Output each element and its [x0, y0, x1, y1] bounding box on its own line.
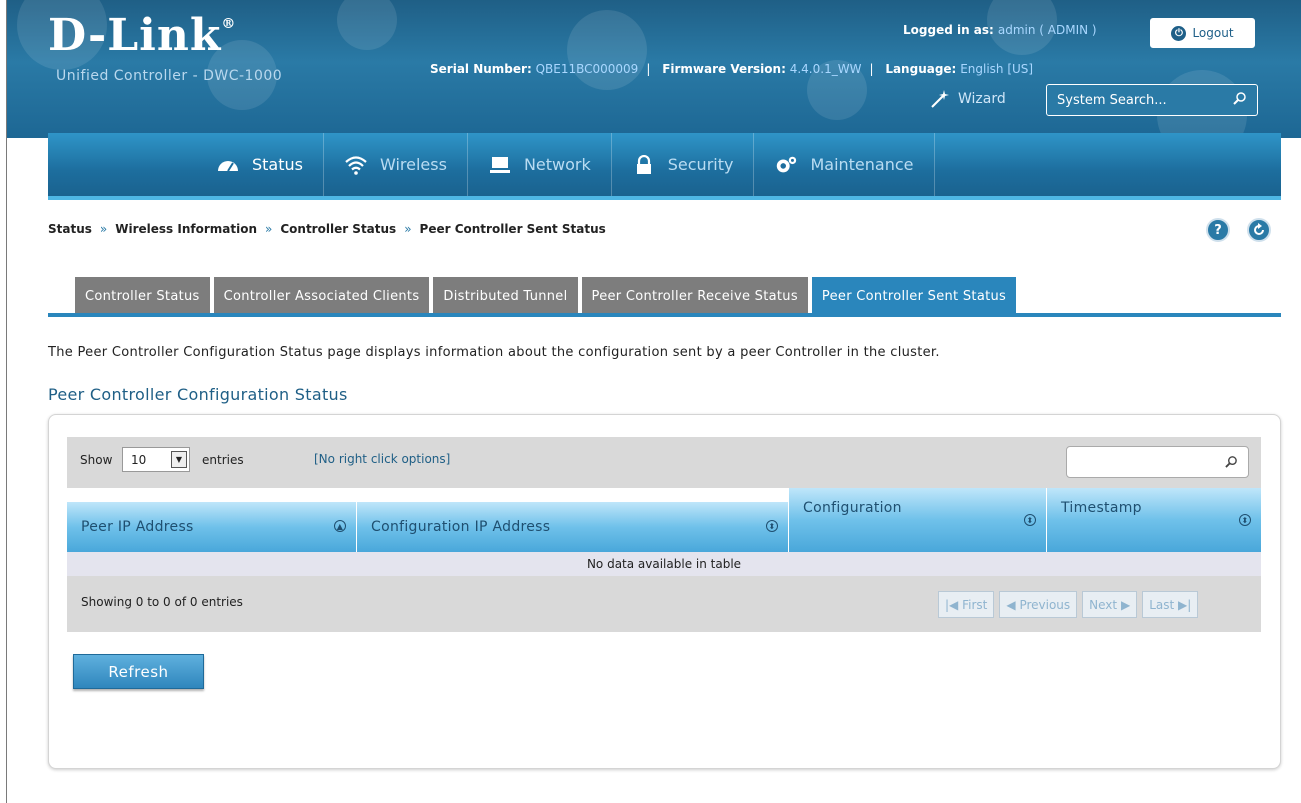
empty-table-message: No data available in table: [67, 552, 1261, 576]
search-icon: [1225, 455, 1238, 471]
breadcrumb: Status » Wireless Information » Controller S…: [48, 222, 606, 236]
refresh-page-icon[interactable]: [1247, 218, 1271, 242]
column-header-configuration-ip[interactable]: Configuration IP Address ⬍: [357, 502, 789, 552]
nav-security-label: Security: [667, 155, 734, 174]
wizard-link[interactable]: Wizard: [928, 88, 1006, 110]
divider: |: [646, 62, 651, 76]
firmware-value: 4.4.0.1_WW: [789, 62, 862, 76]
decor-bubble: [567, 10, 647, 90]
pager-last-button[interactable]: Last ▶|: [1142, 591, 1199, 618]
nav-status[interactable]: Status: [196, 133, 324, 196]
language-select[interactable]: English [US]: [960, 62, 1033, 76]
breadcrumb-separator: »: [404, 222, 412, 236]
nav-wireless[interactable]: Wireless: [324, 133, 468, 196]
previous-page-icon: ◀: [1006, 597, 1016, 612]
monitor-icon: [488, 154, 512, 176]
pager-next-button[interactable]: Next ▶: [1082, 591, 1138, 618]
tab-controller-status[interactable]: Controller Status: [75, 277, 210, 315]
column-header-timestamp[interactable]: Timestamp ⬍: [1047, 488, 1261, 552]
pager-first-button[interactable]: |◀ First: [938, 591, 995, 618]
breadcrumb-separator: »: [265, 222, 273, 236]
pager-previous-button[interactable]: ◀ Previous: [999, 591, 1078, 618]
language-label: Language:: [885, 62, 957, 76]
tab-underline: [48, 313, 1281, 317]
table-search-input[interactable]: [1066, 446, 1249, 478]
help-icon[interactable]: ?: [1206, 218, 1230, 242]
right-click-note: [No right click options]: [314, 452, 451, 466]
breadcrumb-item[interactable]: Controller Status: [280, 222, 396, 236]
trademark: ®: [221, 16, 237, 32]
system-search-input[interactable]: System Search...: [1046, 84, 1258, 116]
serial-label: Serial Number:: [430, 62, 532, 76]
device-info: Serial Number: QBE11BC000009 | Firmware V…: [430, 62, 1041, 76]
wizard-label: Wizard: [958, 91, 1006, 107]
tab-peer-controller-sent-status[interactable]: Peer Controller Sent Status: [811, 277, 1017, 315]
breadcrumb-item[interactable]: Status: [48, 222, 92, 236]
nav-maintenance[interactable]: Maintenance: [754, 133, 935, 196]
showing-entries-text: Showing 0 to 0 of 0 entries: [81, 595, 243, 609]
logged-in-user: admin ( ADMIN ): [997, 23, 1097, 37]
nav-security[interactable]: Security: [612, 133, 755, 196]
next-page-icon: ▶: [1120, 597, 1131, 612]
first-page-icon: |◀: [945, 597, 959, 612]
column-header-label: Timestamp: [1061, 500, 1142, 516]
breadcrumb-item[interactable]: Wireless Information: [115, 222, 257, 236]
wand-icon: [928, 88, 950, 110]
entries-value: 10: [131, 452, 147, 467]
nav-maintenance-label: Maintenance: [810, 155, 914, 174]
section-title: Peer Controller Configuration Status: [48, 385, 348, 404]
sort-icon: ⬍: [1239, 514, 1251, 526]
tab-controller-associated-clients[interactable]: Controller Associated Clients: [213, 277, 430, 315]
page-description: The Peer Controller Configuration Status…: [48, 345, 940, 360]
nav-network-label: Network: [523, 155, 591, 174]
logged-in-label: Logged in as:: [903, 23, 994, 37]
column-header-label: Configuration IP Address: [371, 519, 551, 535]
nav-wireless-label: Wireless: [379, 155, 447, 174]
sort-asc-icon: ▲: [334, 520, 346, 532]
column-header-peer-ip[interactable]: Peer IP Address ▲: [67, 502, 357, 552]
logged-in-info: Logged in as: admin ( ADMIN ): [903, 23, 1097, 37]
speedometer-icon: [216, 154, 240, 176]
wifi-icon: [344, 154, 368, 176]
lock-icon: [632, 154, 656, 176]
search-icon: [1233, 91, 1247, 109]
sort-icon: ⬍: [766, 520, 778, 532]
table-header: Peer IP Address ▲ Configuration IP Addre…: [67, 488, 1261, 552]
logout-label: Logout: [1192, 26, 1234, 40]
power-icon: ⏻: [1171, 25, 1187, 41]
column-header-label: Peer IP Address: [81, 519, 194, 535]
tab-bar: Controller Status Controller Associated …: [75, 277, 1017, 315]
logout-button[interactable]: ⏻ Logout: [1150, 18, 1255, 48]
serial-value: QBE11BC000009: [535, 62, 639, 76]
tab-distributed-tunnel[interactable]: Distributed Tunnel: [433, 277, 578, 315]
sort-icon: ⬍: [1024, 514, 1036, 526]
dlink-logo: D-Link®: [48, 10, 236, 61]
nav-status-label: Status: [252, 155, 303, 174]
gears-icon: [774, 154, 798, 176]
decor-bubble: [337, 0, 397, 50]
nav-network[interactable]: Network: [468, 133, 612, 196]
product-name: Unified Controller - DWC-1000: [56, 68, 283, 84]
tab-peer-controller-receive-status[interactable]: Peer Controller Receive Status: [581, 277, 808, 315]
system-search-placeholder: System Search...: [1057, 92, 1167, 108]
refresh-button[interactable]: Refresh: [73, 654, 204, 689]
main-nav: Status Wireless Network Security Mainten…: [48, 133, 1281, 200]
pager-last-label: Last: [1149, 597, 1175, 612]
entries-per-page-select[interactable]: 10 ▼: [122, 447, 190, 472]
show-label: Show: [80, 453, 113, 467]
pagination: |◀ First ◀ Previous Next ▶ Last ▶|: [938, 591, 1199, 618]
entries-label: entries: [202, 453, 244, 467]
divider: |: [869, 62, 874, 76]
pager-previous-label: Previous: [1019, 597, 1071, 612]
column-header-label: Configuration: [803, 500, 902, 516]
chevron-down-icon: ▼: [171, 451, 187, 468]
last-page-icon: ▶|: [1178, 597, 1192, 612]
column-header-configuration[interactable]: Configuration ⬍: [789, 488, 1047, 552]
pager-first-label: First: [962, 597, 988, 612]
pager-next-label: Next: [1089, 597, 1118, 612]
breadcrumb-current: Peer Controller Sent Status: [419, 222, 606, 236]
brand-name: D-Link: [48, 10, 222, 61]
firmware-label: Firmware Version:: [662, 62, 786, 76]
breadcrumb-separator: »: [99, 222, 108, 236]
